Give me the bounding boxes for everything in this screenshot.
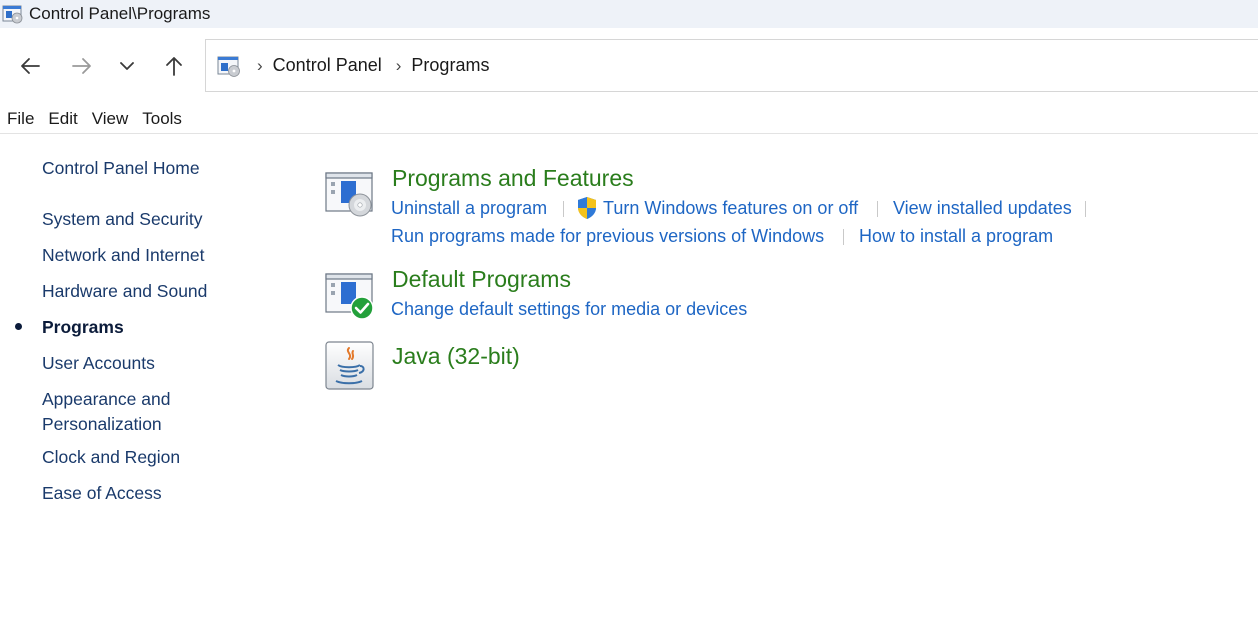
java-title[interactable]: Java (32-bit) xyxy=(392,343,520,370)
task-separator xyxy=(843,229,844,245)
menu-tools[interactable]: Tools xyxy=(135,109,189,129)
sidebar-item-label-line1: Appearance and xyxy=(42,389,171,409)
current-page-bullet-icon xyxy=(15,323,22,330)
breadcrumb-control-panel[interactable]: Control Panel xyxy=(273,55,382,76)
menu-file[interactable]: File xyxy=(0,109,41,129)
sidebar-item-user-accounts[interactable]: User Accounts xyxy=(42,351,155,376)
address-bar[interactable]: › Control Panel › Programs xyxy=(205,39,1258,92)
menu-bar: File Edit View Tools xyxy=(0,104,1258,134)
uninstall-program-link[interactable]: Uninstall a program xyxy=(391,198,547,219)
back-arrow-icon xyxy=(21,58,40,74)
sidebar-item-label-line2: Personalization xyxy=(42,414,162,434)
task-separator xyxy=(1085,201,1086,217)
title-bar: Control Panel\Programs xyxy=(0,0,1258,28)
up-button[interactable] xyxy=(158,50,190,82)
default-programs-title[interactable]: Default Programs xyxy=(392,266,571,293)
forward-arrow-icon xyxy=(72,58,91,74)
back-button[interactable] xyxy=(14,50,46,82)
breadcrumb-programs[interactable]: Programs xyxy=(411,55,489,76)
sidebar-control-panel-home[interactable]: Control Panel Home xyxy=(42,156,200,181)
how-to-install-link[interactable]: How to install a program xyxy=(859,226,1053,247)
breadcrumb-separator-icon: › xyxy=(395,55,402,75)
sidebar-item-system-security[interactable]: System and Security xyxy=(42,207,202,232)
recent-locations-button[interactable] xyxy=(111,50,143,82)
sidebar-item-clock-region[interactable]: Clock and Region xyxy=(42,445,180,470)
java-icon[interactable] xyxy=(324,340,376,392)
breadcrumb-separator-icon: › xyxy=(257,55,263,75)
sidebar-item-ease-of-access[interactable]: Ease of Access xyxy=(42,481,162,506)
up-arrow-icon xyxy=(166,57,182,76)
task-separator xyxy=(563,201,564,217)
window-title: Control Panel\Programs xyxy=(29,4,211,23)
sidebar-item-hardware-sound[interactable]: Hardware and Sound xyxy=(42,279,207,304)
default-programs-icon[interactable] xyxy=(324,272,376,324)
chevron-down-icon xyxy=(120,62,134,70)
navigation-bar: › Control Panel › Programs xyxy=(0,28,1258,100)
sidebar-item-programs[interactable]: Programs xyxy=(42,315,124,340)
windows-features-link[interactable]: Turn Windows features on or off xyxy=(603,198,858,219)
menu-view[interactable]: View xyxy=(85,109,136,129)
run-older-programs-link[interactable]: Run programs made for previous versions … xyxy=(391,226,824,247)
control-panel-programs-icon xyxy=(2,5,23,24)
sidebar-item-network-internet[interactable]: Network and Internet xyxy=(42,243,204,268)
menu-edit[interactable]: Edit xyxy=(41,109,84,129)
change-default-settings-link[interactable]: Change default settings for media or dev… xyxy=(391,299,747,320)
view-installed-updates-link[interactable]: View installed updates xyxy=(893,198,1072,219)
uac-shield-icon xyxy=(578,197,596,219)
task-separator xyxy=(877,201,878,217)
sidebar-item-appearance-personalization[interactable]: Appearance and Personalization xyxy=(42,387,170,437)
programs-features-icon[interactable] xyxy=(324,171,376,223)
control-panel-icon xyxy=(217,56,240,77)
programs-features-title[interactable]: Programs and Features xyxy=(392,165,634,192)
forward-button[interactable] xyxy=(66,50,98,82)
